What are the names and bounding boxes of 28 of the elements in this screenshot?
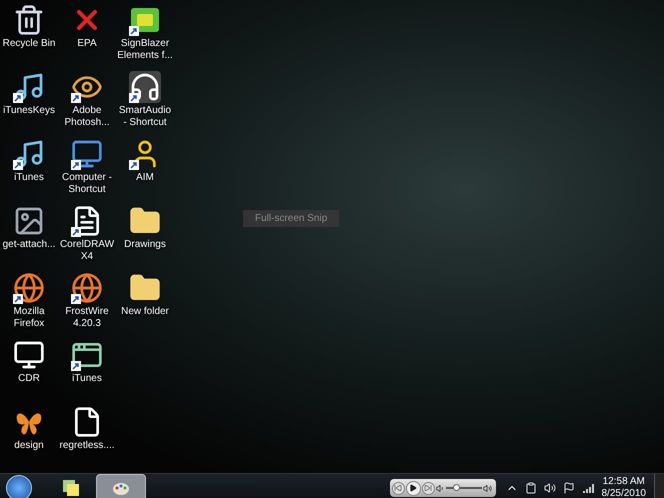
clock-time: 12:58 AM (602, 476, 645, 488)
recycle-bin-icon (13, 4, 45, 36)
music-note-icon (13, 71, 45, 103)
next-icon (424, 484, 432, 492)
play-button[interactable] (406, 480, 420, 496)
previous-button[interactable] (392, 482, 404, 494)
music-note-icon (13, 138, 45, 170)
volume-high-icon (482, 484, 492, 492)
speaker-icon[interactable] (544, 482, 556, 494)
computer-icon (71, 138, 103, 170)
signal-bars-icon[interactable] (582, 482, 594, 494)
previous-icon (394, 484, 402, 492)
sticky-notes-icon (61, 478, 81, 498)
tooltip: Full-screen Snip (243, 210, 340, 227)
headphones-icon (129, 71, 161, 103)
monitor-icon (13, 339, 45, 371)
globe-icon (13, 272, 45, 304)
clipboard-icon[interactable] (524, 482, 536, 494)
clock[interactable]: 12:58 AM 8/25/2010 (602, 476, 646, 498)
volume-low-icon (436, 484, 444, 492)
clock-date: 8/25/2010 (602, 488, 646, 498)
flag-icon[interactable] (562, 482, 574, 494)
play-icon (409, 484, 417, 492)
photo-icon (13, 205, 45, 237)
start-button[interactable] (6, 475, 32, 498)
globe-icon (71, 272, 103, 304)
next-button[interactable] (422, 482, 434, 494)
volume-thumb[interactable] (453, 484, 460, 491)
